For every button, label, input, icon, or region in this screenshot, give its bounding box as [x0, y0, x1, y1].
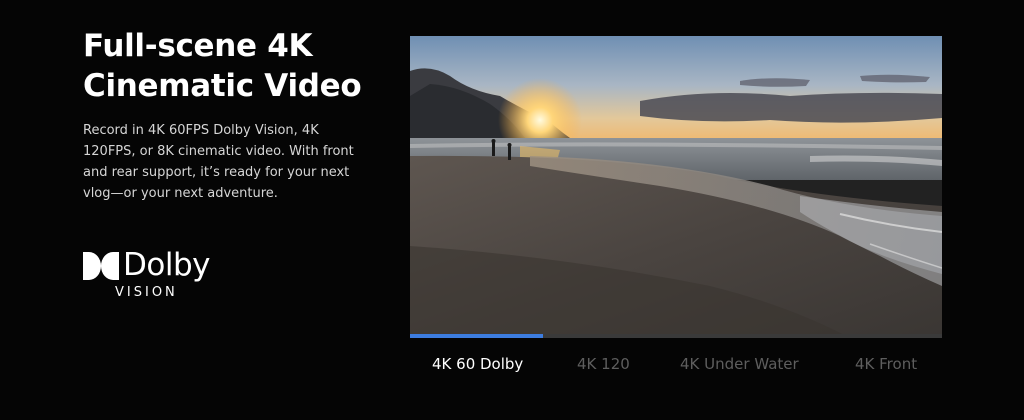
tab-4k-120[interactable]: 4K 120: [577, 350, 630, 378]
tab-4k-front[interactable]: 4K Front: [855, 350, 917, 378]
tab-4k-60-dolby[interactable]: 4K 60 Dolby: [432, 350, 523, 378]
dolby-double-d-icon: [83, 252, 119, 280]
video-mode-tabs: 4K 60 Dolby 4K 120 4K Under Water 4K Fro…: [410, 350, 942, 378]
video-progress-fill: [410, 334, 543, 338]
page-title: Full-scene 4K Cinematic Video: [83, 26, 383, 106]
feature-description: Record in 4K 60FPS Dolby Vision, 4K 120F…: [83, 123, 354, 201]
video-frame-sunset-beach: [410, 36, 942, 338]
title-line-1: Full-scene 4K: [83, 28, 313, 64]
tab-4k-under-water[interactable]: 4K Under Water: [680, 350, 799, 378]
feature-section: Full-scene 4K Cinematic Video Record in …: [0, 0, 1024, 420]
vision-wordmark: VISION: [115, 285, 178, 300]
title-line-2: Cinematic Video: [83, 68, 362, 104]
hero-text-block: Full-scene 4K Cinematic Video Record in …: [83, 26, 383, 204]
video-player[interactable]: [410, 36, 942, 338]
video-progress-track[interactable]: [410, 334, 942, 338]
dolby-vision-logo: Dolby VISION: [83, 247, 213, 302]
dolby-wordmark: Dolby: [123, 247, 210, 283]
